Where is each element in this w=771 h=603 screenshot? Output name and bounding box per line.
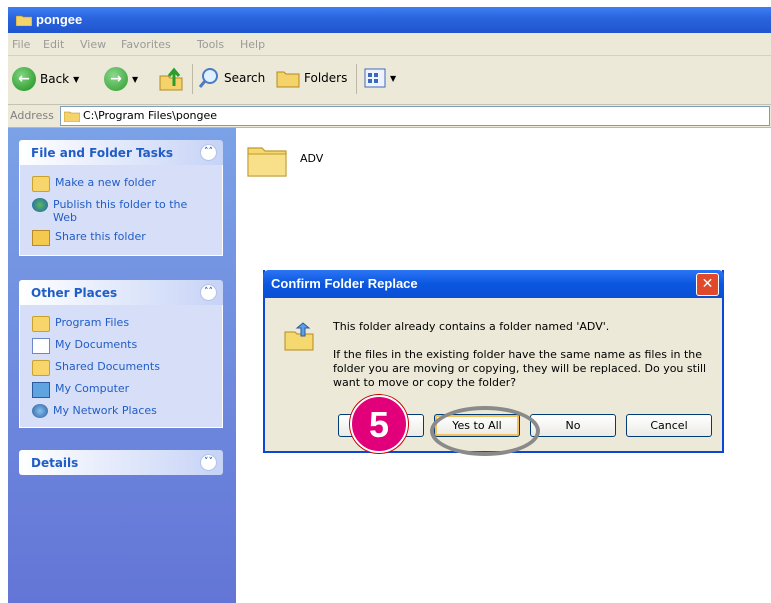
- search-icon: [198, 68, 218, 88]
- dialog-message: want to move or copy the folder?: [333, 376, 517, 389]
- place-program-files[interactable]: Program Files: [20, 313, 222, 335]
- dialog-message: If the files in the existing folder have…: [333, 348, 703, 361]
- details-panel: Details ˅˅: [19, 450, 223, 475]
- forward-button[interactable]: → ▼: [104, 67, 138, 91]
- place-label: My Network Places: [53, 404, 157, 417]
- folders-label: Folders: [304, 71, 348, 85]
- network-icon: [32, 404, 48, 418]
- forward-arrow-icon: →: [104, 67, 128, 91]
- dialog-title-bar: Confirm Folder Replace ✕: [263, 270, 724, 298]
- collapse-icon[interactable]: ˄˄: [200, 284, 217, 301]
- dropdown-arrow-icon: ▼: [390, 73, 397, 83]
- address-path: C:\Program Files\pongee: [83, 109, 218, 122]
- dialog-title: Confirm Folder Replace: [271, 276, 418, 291]
- task-publish-to-web[interactable]: Publish this folder to the Web: [20, 195, 222, 227]
- place-label: My Computer: [55, 382, 130, 395]
- place-label: My Documents: [55, 338, 138, 351]
- dropdown-arrow-icon: ▼: [132, 74, 139, 84]
- menu-help[interactable]: Help: [240, 38, 265, 51]
- address-input[interactable]: C:\Program Files\pongee: [60, 106, 770, 126]
- folder-icon: [32, 316, 50, 332]
- dialog-message: folder you are moving or copying, they w…: [333, 362, 707, 375]
- folders-icon: [276, 71, 300, 88]
- window-title: pongee: [36, 12, 83, 27]
- highlight-ring: [430, 406, 540, 456]
- expand-icon[interactable]: ˅˅: [200, 454, 217, 471]
- menu-tools[interactable]: Tools: [197, 38, 224, 51]
- up-folder-icon: [159, 67, 183, 91]
- toolbar: ← Back ▼ → ▼ Search Folders ▼: [8, 56, 771, 105]
- panel-title: File and Folder Tasks: [31, 146, 174, 160]
- folder-icon: [64, 111, 80, 122]
- title-bar: pongee: [8, 7, 771, 33]
- address-bar: Address C:\Program Files\pongee: [8, 105, 771, 128]
- place-my-network-places[interactable]: My Network Places: [20, 401, 222, 421]
- back-arrow-icon: ←: [12, 67, 36, 91]
- place-shared-documents[interactable]: Shared Documents: [20, 357, 222, 379]
- documents-icon: [32, 338, 50, 354]
- panel-header[interactable]: Other Places ˄˄: [19, 280, 223, 305]
- task-make-new-folder[interactable]: Make a new folder: [20, 173, 222, 195]
- place-my-documents[interactable]: My Documents: [20, 335, 222, 357]
- place-label: Shared Documents: [55, 360, 160, 373]
- shared-folder-icon: [32, 360, 50, 376]
- no-button[interactable]: No: [530, 414, 616, 437]
- dropdown-arrow-icon: ▼: [73, 74, 80, 84]
- menu-view[interactable]: View: [80, 38, 106, 51]
- panel-title: Details: [31, 456, 79, 470]
- step-number-badge: 5: [350, 395, 408, 453]
- dialog-message: This folder already contains a folder na…: [333, 320, 610, 333]
- publish-web-icon: [32, 198, 48, 212]
- menu-favorites[interactable]: Favorites: [121, 38, 171, 51]
- move-folder-icon: [284, 322, 314, 351]
- task-share-folder[interactable]: Share this folder: [20, 227, 222, 249]
- task-label: Make a new folder: [55, 176, 156, 189]
- place-label: Program Files: [55, 316, 130, 329]
- share-folder-icon: [32, 230, 50, 246]
- folder-icon: [16, 15, 32, 26]
- search-button[interactable]: Search: [198, 67, 265, 89]
- other-places-panel: Other Places ˄˄ Program Files My Documen…: [19, 280, 223, 428]
- views-button[interactable]: ▼: [364, 68, 396, 88]
- computer-icon: [32, 382, 50, 398]
- task-pane: File and Folder Tasks ˄˄ Make a new fold…: [8, 128, 236, 603]
- folder-name[interactable]: ADV: [300, 152, 323, 165]
- panel-header[interactable]: Details ˅˅: [19, 450, 223, 475]
- place-my-computer[interactable]: My Computer: [20, 379, 222, 401]
- folder-icon[interactable]: [246, 140, 288, 178]
- new-folder-icon: [32, 176, 50, 192]
- cancel-button[interactable]: Cancel: [626, 414, 712, 437]
- back-label: Back: [40, 72, 70, 86]
- panel-title: Other Places: [31, 286, 118, 300]
- panel-header[interactable]: File and Folder Tasks ˄˄: [19, 140, 223, 165]
- up-folder-button[interactable]: [158, 66, 184, 92]
- menu-file[interactable]: File: [12, 38, 30, 51]
- back-button[interactable]: ← Back ▼: [12, 67, 79, 91]
- folders-button[interactable]: Folders: [276, 67, 347, 89]
- collapse-icon[interactable]: ˄˄: [200, 144, 217, 161]
- close-icon[interactable]: ✕: [696, 273, 719, 296]
- file-folder-tasks-panel: File and Folder Tasks ˄˄ Make a new fold…: [19, 140, 223, 256]
- task-label: Share this folder: [55, 230, 146, 243]
- menu-edit[interactable]: Edit: [43, 38, 64, 51]
- views-icon: [364, 68, 386, 88]
- address-label: Address: [10, 109, 54, 122]
- menu-bar: File Edit View Favorites Tools Help: [8, 33, 771, 56]
- search-label: Search: [224, 71, 266, 85]
- task-label: Publish this folder to the Web: [53, 198, 188, 224]
